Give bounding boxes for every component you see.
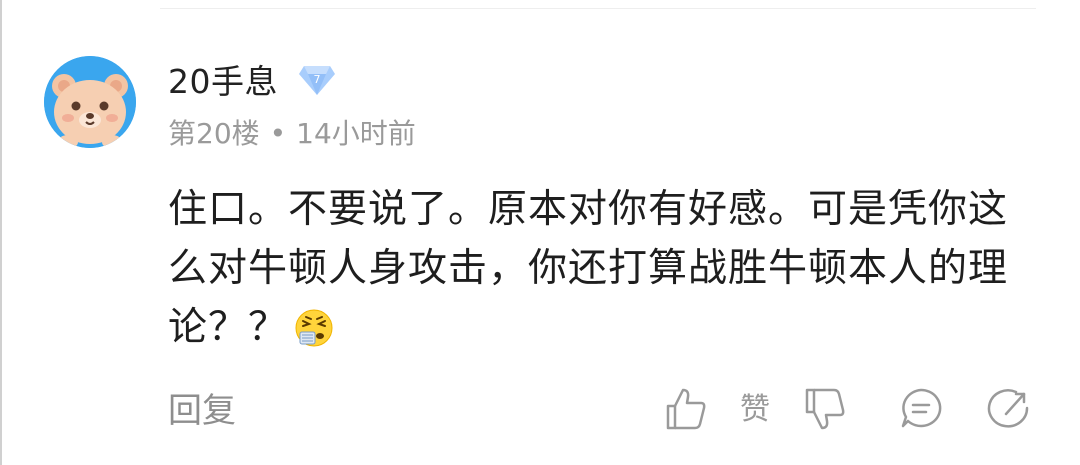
like-label[interactable]: 赞 [740, 390, 770, 430]
username[interactable]: 20手息 [168, 60, 278, 104]
level-number: 7 [314, 73, 321, 86]
level-badge: 7 [298, 63, 336, 97]
comment-button[interactable] [898, 386, 944, 432]
timestamp: 14小时前 [296, 117, 416, 150]
reply-button[interactable]: 回复 [168, 388, 236, 434]
left-edge-divider [0, 0, 2, 465]
share-icon [987, 389, 1029, 428]
comment-bubble-icon [901, 388, 942, 428]
comment-text: 住口。不要说了。原本对你有好感。可是凭你这么对牛顿人身攻击，你还打算战胜牛顿本人… [168, 180, 1013, 357]
comment-meta: 第20楼 • 14小时前 [168, 114, 416, 154]
like-button[interactable] [664, 386, 708, 432]
meta-separator: • [269, 117, 287, 150]
bear-avatar-icon [44, 56, 136, 148]
thumbs-down-icon [805, 388, 845, 430]
share-button[interactable] [986, 386, 1032, 432]
top-divider [160, 8, 1036, 9]
dislike-button[interactable] [802, 386, 848, 432]
sneezing-face-emoji-icon [295, 309, 333, 347]
diamond-level-icon: 7 [299, 66, 335, 95]
floor-number: 第20楼 [168, 117, 260, 150]
avatar[interactable] [44, 56, 136, 148]
thumbs-up-icon [666, 388, 706, 430]
